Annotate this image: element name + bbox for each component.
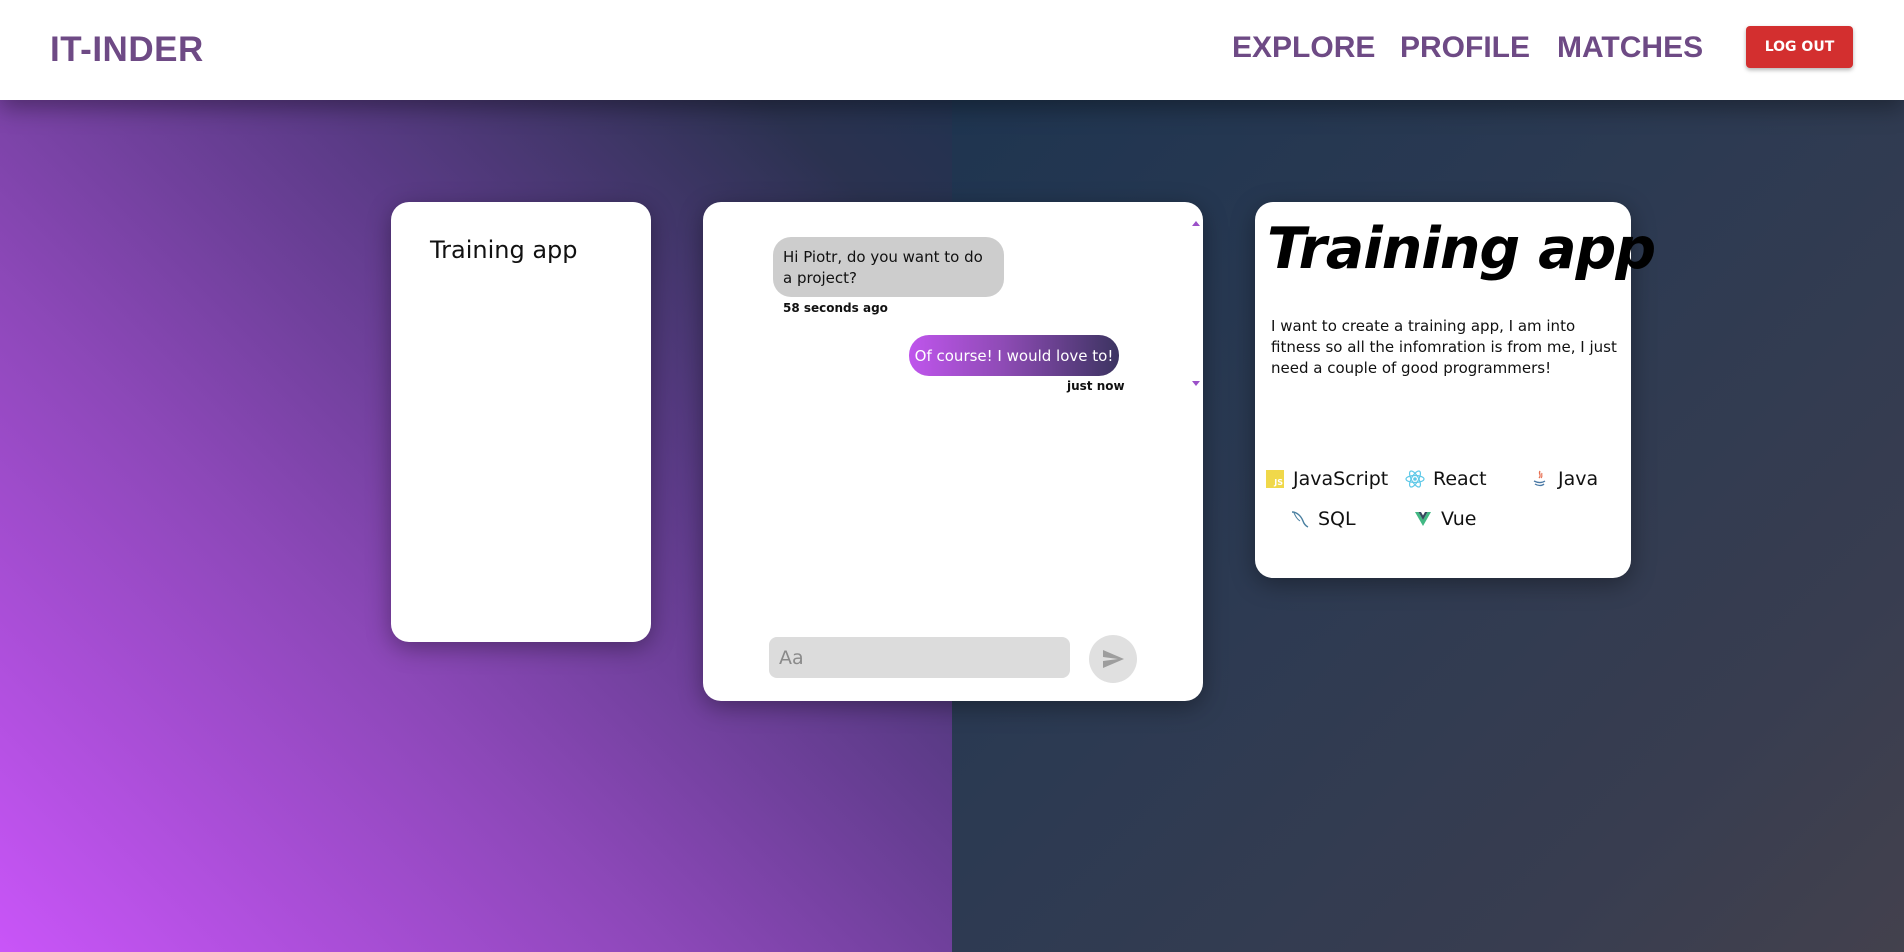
- scroll-up-arrow-icon[interactable]: [1192, 221, 1200, 226]
- java-icon: [1530, 469, 1550, 489]
- tech-label: Vue: [1441, 508, 1477, 530]
- matches-list-panel: Training app: [391, 202, 651, 642]
- send-button[interactable]: [1089, 635, 1137, 683]
- app-logo[interactable]: IT-INDER: [50, 30, 204, 70]
- outgoing-message-time: just now: [1067, 379, 1125, 393]
- match-list-item[interactable]: Training app: [430, 236, 578, 264]
- tech-label: Java: [1558, 468, 1599, 490]
- message-input[interactable]: [769, 637, 1070, 678]
- vue-icon: [1413, 509, 1433, 529]
- chat-panel: Hi Piotr, do you want to do a project? 5…: [703, 202, 1203, 701]
- incoming-message-time: 58 seconds ago: [783, 301, 888, 315]
- tech-java: Java: [1530, 468, 1598, 490]
- tech-label: JavaScript: [1293, 468, 1389, 490]
- tech-sql: SQL: [1290, 508, 1356, 530]
- project-description: I want to create a training app, I am in…: [1271, 317, 1617, 377]
- outgoing-message-bubble: Of course! I would love to!: [909, 335, 1119, 376]
- react-icon: [1405, 469, 1425, 489]
- top-navbar: IT-INDER EXPLORE PROFILE MATCHES LOG OUT: [0, 0, 1904, 100]
- sql-icon: [1290, 509, 1310, 529]
- project-detail-panel: Training app I want to create a training…: [1255, 202, 1656, 578]
- project-title: Training app: [1267, 216, 1656, 282]
- tech-javascript: JS JavaScript: [1265, 468, 1388, 490]
- tech-label: SQL: [1318, 508, 1356, 530]
- incoming-message-bubble: Hi Piotr, do you want to do a project?: [773, 237, 1004, 297]
- scroll-down-arrow-icon[interactable]: [1192, 381, 1200, 386]
- javascript-icon: JS: [1265, 469, 1285, 489]
- nav-explore[interactable]: EXPLORE: [1232, 31, 1375, 65]
- nav-matches[interactable]: MATCHES: [1557, 31, 1703, 65]
- nav-profile[interactable]: PROFILE: [1400, 31, 1530, 65]
- send-icon: [1103, 650, 1124, 668]
- tech-vue: Vue: [1413, 508, 1476, 530]
- tech-react: React: [1405, 468, 1487, 490]
- logout-button[interactable]: LOG OUT: [1746, 26, 1853, 68]
- tech-label: React: [1433, 468, 1487, 490]
